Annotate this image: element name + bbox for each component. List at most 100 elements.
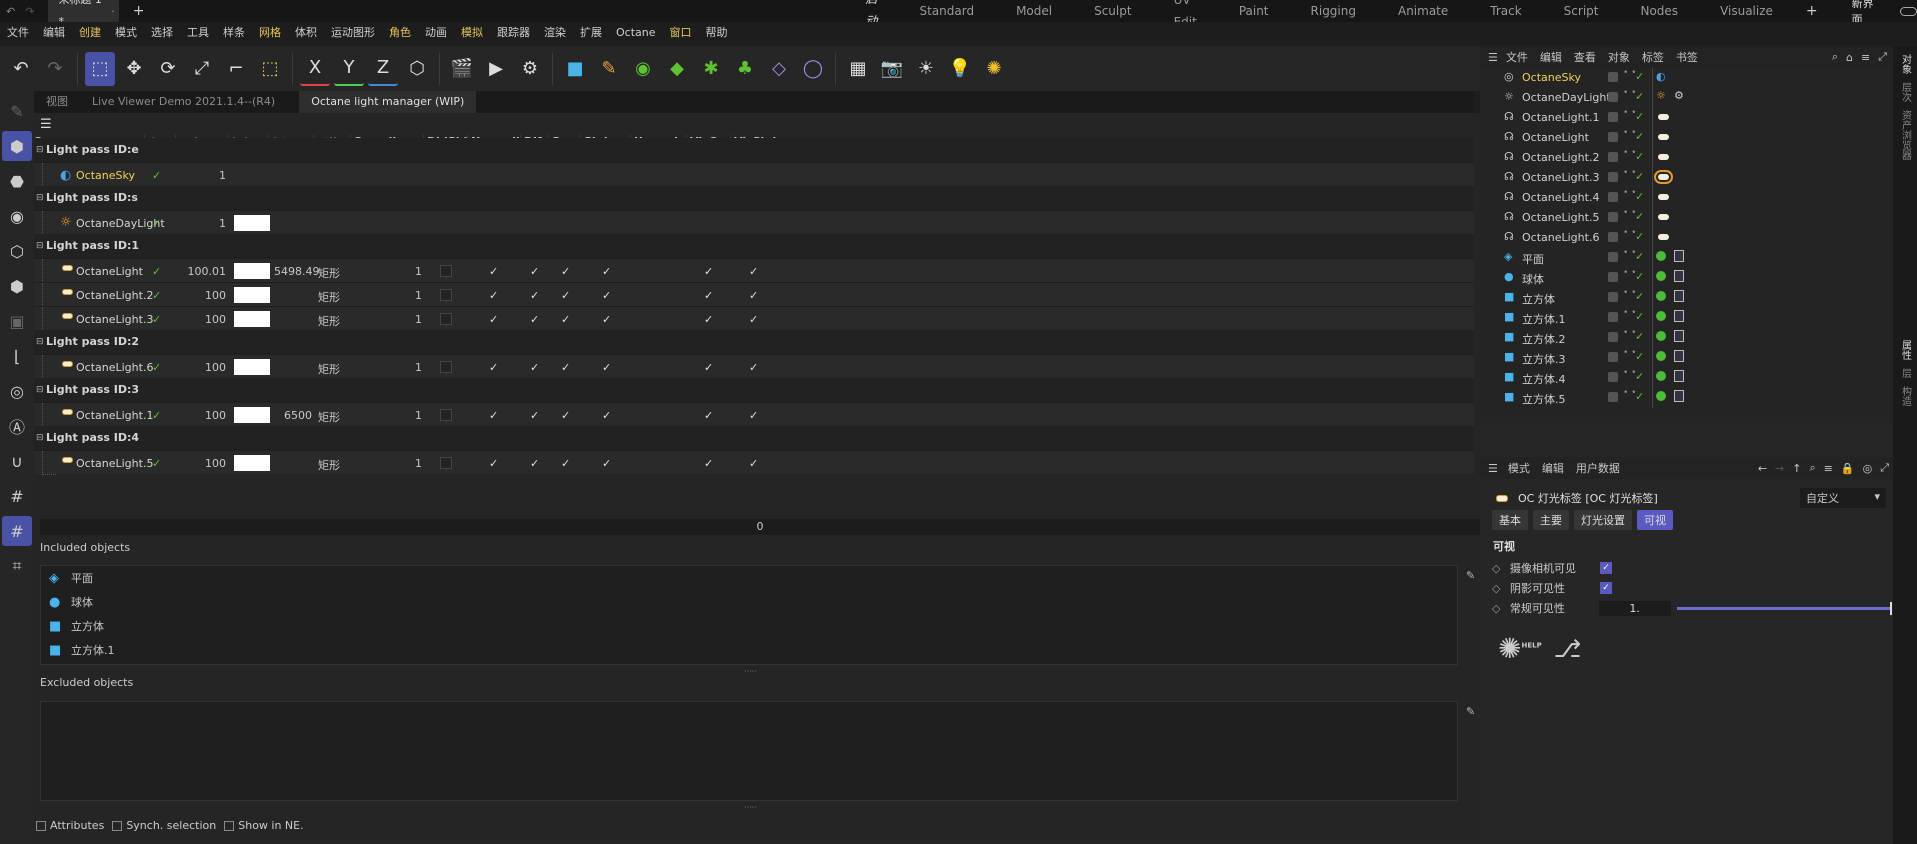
- dif-check[interactable]: ✓: [489, 313, 498, 326]
- layout-tab[interactable]: Rigging: [1290, 0, 1377, 22]
- object-mode-icon[interactable]: ⬣: [2, 166, 32, 196]
- light-tag-icon[interactable]: [1658, 214, 1669, 220]
- layer-icon[interactable]: [1608, 392, 1618, 402]
- texture-tag-icon[interactable]: [1674, 250, 1684, 262]
- objects-menu-item[interactable]: 对象: [1608, 49, 1630, 65]
- menu-item[interactable]: 文件: [0, 22, 36, 44]
- shdw-check[interactable]: ✓: [561, 289, 570, 302]
- color-swatch[interactable]: [234, 263, 270, 279]
- light-pass-group[interactable]: ⊟ Light pass ID:2: [34, 330, 1474, 354]
- light-pass-group[interactable]: ⊟ Light pass ID:s: [34, 186, 1474, 210]
- preset-dropdown[interactable]: 自定义 ▾: [1800, 488, 1886, 508]
- light-tag-icon[interactable]: [1654, 170, 1673, 184]
- layer-icon[interactable]: [1608, 212, 1618, 222]
- color-swatch[interactable]: [234, 215, 270, 231]
- undo-icon[interactable]: ↶: [6, 52, 36, 86]
- object-row[interactable]: ☊ OctaneLight.5 • • ✓: [1480, 208, 1893, 228]
- included-item[interactable]: ● 球体: [41, 590, 1457, 614]
- extrude-icon[interactable]: ◆: [662, 52, 692, 86]
- collapse-icon[interactable]: ⊟: [36, 378, 44, 402]
- light-row[interactable]: ☼ OctaneDayLight ✓ 1: [34, 210, 1474, 235]
- texture-tag-icon[interactable]: [1674, 370, 1684, 382]
- intensity-value[interactable]: 100: [184, 289, 226, 302]
- cloner-icon[interactable]: ✱: [696, 52, 726, 86]
- color-swatch[interactable]: [234, 359, 270, 375]
- material-tag-icon[interactable]: [1656, 251, 1666, 261]
- intensity-value[interactable]: 100: [184, 409, 226, 422]
- search-icon[interactable]: ⌕: [1809, 461, 1815, 475]
- z-axis-icon[interactable]: Z: [368, 52, 398, 86]
- filter-icon[interactable]: ≡: [1861, 51, 1870, 64]
- attr-tab[interactable]: 主要: [1533, 510, 1569, 530]
- object-row[interactable]: ■ 立方体.2 • • ✓: [1480, 328, 1893, 348]
- object-row[interactable]: ■ 立方体.3 • • ✓: [1480, 348, 1893, 368]
- shdw-check[interactable]: ✓: [561, 313, 570, 326]
- keyframe-icon[interactable]: ◇: [1492, 602, 1510, 615]
- sky-tag-icon[interactable]: ◐: [1656, 70, 1666, 83]
- new-icon[interactable]: ◎: [1863, 462, 1873, 475]
- dblside-checkbox[interactable]: [440, 409, 452, 421]
- select-icon[interactable]: ⬚: [85, 51, 115, 86]
- included-item[interactable]: ■ 立方体.1: [41, 638, 1457, 662]
- light-row[interactable]: OctaneLight.6 ✓ 100 矩形 1 ✓ ✓ ✓ ✓ ✓ ✓: [34, 354, 1474, 379]
- edge-mode-icon[interactable]: ⬡: [2, 236, 32, 266]
- field-value[interactable]: 1.: [1599, 600, 1672, 616]
- pick-icon[interactable]: ✎: [1466, 705, 1475, 718]
- guide-icon[interactable]: ⌗: [2, 551, 32, 581]
- layer-icon[interactable]: [1608, 312, 1618, 322]
- visshd-check[interactable]: ✓: [749, 313, 758, 326]
- hamburger-icon[interactable]: ☰: [1488, 51, 1498, 64]
- spec-check[interactable]: ✓: [530, 409, 539, 422]
- layout-tab[interactable]: Paint: [1218, 0, 1290, 22]
- objects-menu-item[interactable]: 查看: [1574, 49, 1596, 65]
- intensity-value[interactable]: 1: [184, 217, 226, 230]
- object-row[interactable]: ● 球体 • • ✓: [1480, 268, 1893, 288]
- object-row[interactable]: ■ 立方体.4 • • ✓: [1480, 368, 1893, 388]
- layer-icon[interactable]: [1608, 172, 1618, 182]
- collapse-icon[interactable]: ⊟: [36, 330, 44, 354]
- object-row[interactable]: ☼ OctaneDayLight • • ✓ ☼ ⚙: [1480, 88, 1893, 108]
- expand-icon[interactable]: ⤢: [1880, 461, 1889, 475]
- included-item[interactable]: ■ 立方体: [41, 614, 1457, 638]
- light-row[interactable]: OctaneLight.1 ✓ 100 6500 矩形 1 ✓ ✓ ✓ ✓ ✓ ✓: [34, 402, 1474, 427]
- forward-icon[interactable]: →: [1775, 462, 1784, 475]
- menu-item[interactable]: 网格: [252, 22, 288, 44]
- menu-item[interactable]: 样条: [216, 22, 252, 44]
- menu-item[interactable]: 编辑: [36, 22, 72, 44]
- shdw-check[interactable]: ✓: [561, 361, 570, 374]
- enabled-check-icon[interactable]: ✓: [1635, 130, 1644, 143]
- shape-value[interactable]: 矩形: [318, 313, 340, 329]
- spec-check[interactable]: ✓: [530, 265, 539, 278]
- menu-item[interactable]: 工具: [180, 22, 216, 44]
- menu-item[interactable]: 扩展: [573, 22, 609, 44]
- light-icon[interactable]: ☀: [911, 52, 941, 86]
- side-tab[interactable]: 对象: [1898, 54, 1913, 74]
- attributes-checkbox[interactable]: Attributes: [36, 819, 104, 832]
- menu-item[interactable]: 渲染: [537, 22, 573, 44]
- intensity-value[interactable]: 1: [184, 169, 226, 182]
- tab-light-manager[interactable]: Octane light manager (WIP): [299, 91, 477, 113]
- texture-tag-icon[interactable]: [1674, 330, 1684, 342]
- visshd-check[interactable]: ✓: [749, 361, 758, 374]
- node-editor-icon[interactable]: ⎇: [1554, 635, 1582, 663]
- transform-icon[interactable]: ⌐: [221, 52, 251, 86]
- redo-icon[interactable]: ↷: [40, 52, 70, 86]
- solo-icon[interactable]: ◎: [2, 376, 32, 406]
- rotate-icon[interactable]: ⟳: [153, 52, 183, 86]
- bend-icon[interactable]: ◯: [798, 52, 828, 86]
- keyframe-icon[interactable]: ◇: [1492, 562, 1510, 575]
- enabled-check-icon[interactable]: ✓: [1635, 250, 1644, 263]
- included-list[interactable]: ◈ 平面 ● 球体 ■ 立方体 ■ 立方体.1: [40, 565, 1458, 665]
- layout-tab[interactable]: Nodes: [1619, 0, 1699, 22]
- y-axis-icon[interactable]: Y: [334, 52, 364, 86]
- light-pass-group[interactable]: ⊟ Light pass ID:1: [34, 234, 1474, 258]
- viscam-check[interactable]: ✓: [704, 313, 713, 326]
- shape-value[interactable]: 矩形: [318, 409, 340, 425]
- object-row[interactable]: ☊ OctaneLight.2 • • ✓: [1480, 148, 1893, 168]
- enabled-check-icon[interactable]: ✓: [1635, 330, 1644, 343]
- render-picture-viewer-icon[interactable]: ▶: [481, 52, 511, 86]
- layer-icon[interactable]: [1608, 152, 1618, 162]
- color-swatch[interactable]: [234, 455, 270, 471]
- deformer-icon[interactable]: ◇: [764, 52, 794, 86]
- dif-check[interactable]: ✓: [489, 289, 498, 302]
